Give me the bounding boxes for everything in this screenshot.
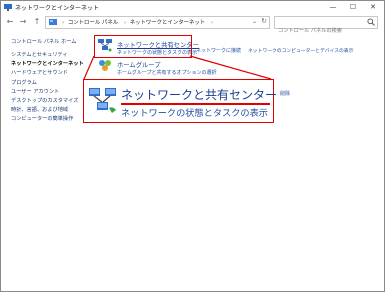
callout-subtitle: ネットワークの状態とタスクの表示 bbox=[121, 108, 268, 119]
callout-title: ネットワークと共有センター bbox=[121, 88, 278, 102]
zoom-callout: ネットワークと共有センター ネットワークの状態とタスクの表示 bbox=[83, 79, 278, 123]
control-panel-window: ネットワークとインターネット — ☐ ✕ ← → ↑ › コントロール パネル … bbox=[0, 0, 385, 292]
callout-connector bbox=[83, 55, 272, 80]
network-center-large-icon bbox=[89, 88, 116, 113]
